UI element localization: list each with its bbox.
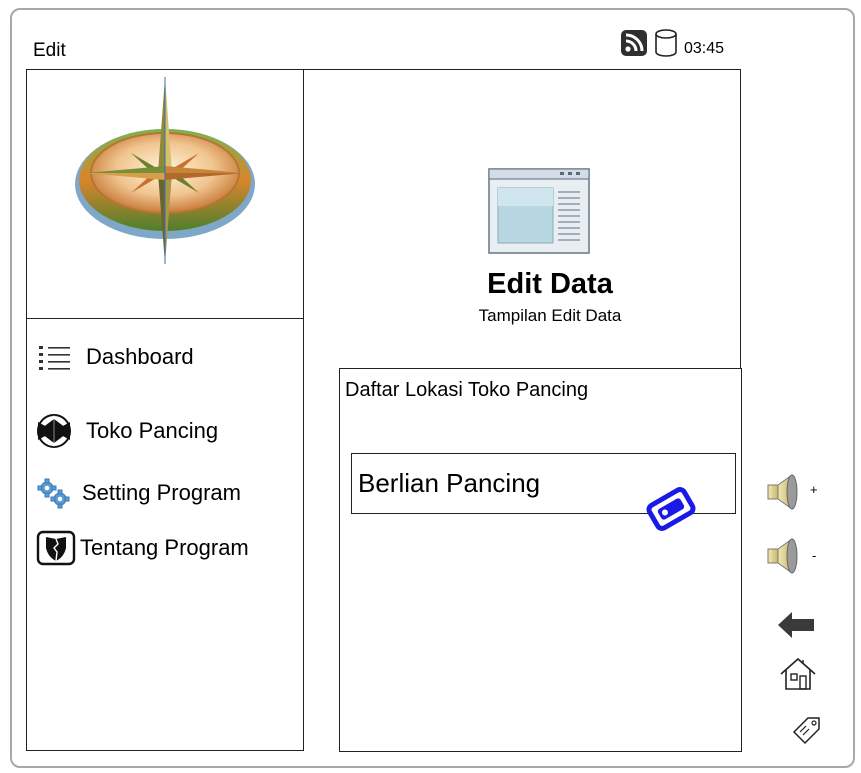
- sidebar-item-tentang-program[interactable]: Tentang Program: [36, 530, 249, 566]
- volume-up-icon[interactable]: [766, 472, 812, 512]
- compass-rose-logo: [75, 77, 255, 264]
- back-arrow-icon[interactable]: [776, 610, 816, 640]
- sidebar-item-dashboard[interactable]: Dashboard: [38, 342, 194, 372]
- logo-area: [26, 69, 304, 319]
- sidebar-item-label: Setting Program: [82, 480, 241, 505]
- window-document-icon: [488, 168, 590, 254]
- volume-down-icon[interactable]: [766, 536, 812, 576]
- volume-up-sign: +: [810, 482, 818, 497]
- list-item-label: Berlian Pancing: [358, 468, 541, 498]
- database-icon: [655, 29, 677, 57]
- bowtie-circle-icon: [37, 414, 71, 448]
- sidebar-item-toko-pancing[interactable]: Toko Pancing: [34, 414, 218, 448]
- sidebar-item-label: Tentang Program: [80, 535, 249, 560]
- sidebar-item-setting-program[interactable]: Setting Program: [36, 477, 241, 509]
- location-list-panel: [339, 368, 742, 752]
- volume-down-sign: -: [812, 548, 817, 563]
- page-subtitle: Tampilan Edit Data: [478, 306, 622, 325]
- sidebar-item-label: Dashboard: [86, 344, 194, 369]
- page-title: Edit Data: [487, 268, 613, 300]
- home-icon[interactable]: [778, 656, 818, 692]
- screen-title: Edit: [33, 40, 66, 61]
- list-icon: [39, 346, 70, 370]
- clock: 03:45: [684, 40, 725, 57]
- edit-icon[interactable]: [645, 486, 697, 532]
- sidebar-item-label: Toko Pancing: [86, 418, 219, 443]
- shield-icon: [36, 530, 76, 566]
- rss-icon: [621, 30, 647, 56]
- list-title: Daftar Lokasi Toko Pancing: [345, 379, 589, 401]
- gears-icon: [37, 478, 70, 509]
- status-bar: 03:45: [620, 28, 724, 58]
- tag-icon[interactable]: [790, 714, 824, 746]
